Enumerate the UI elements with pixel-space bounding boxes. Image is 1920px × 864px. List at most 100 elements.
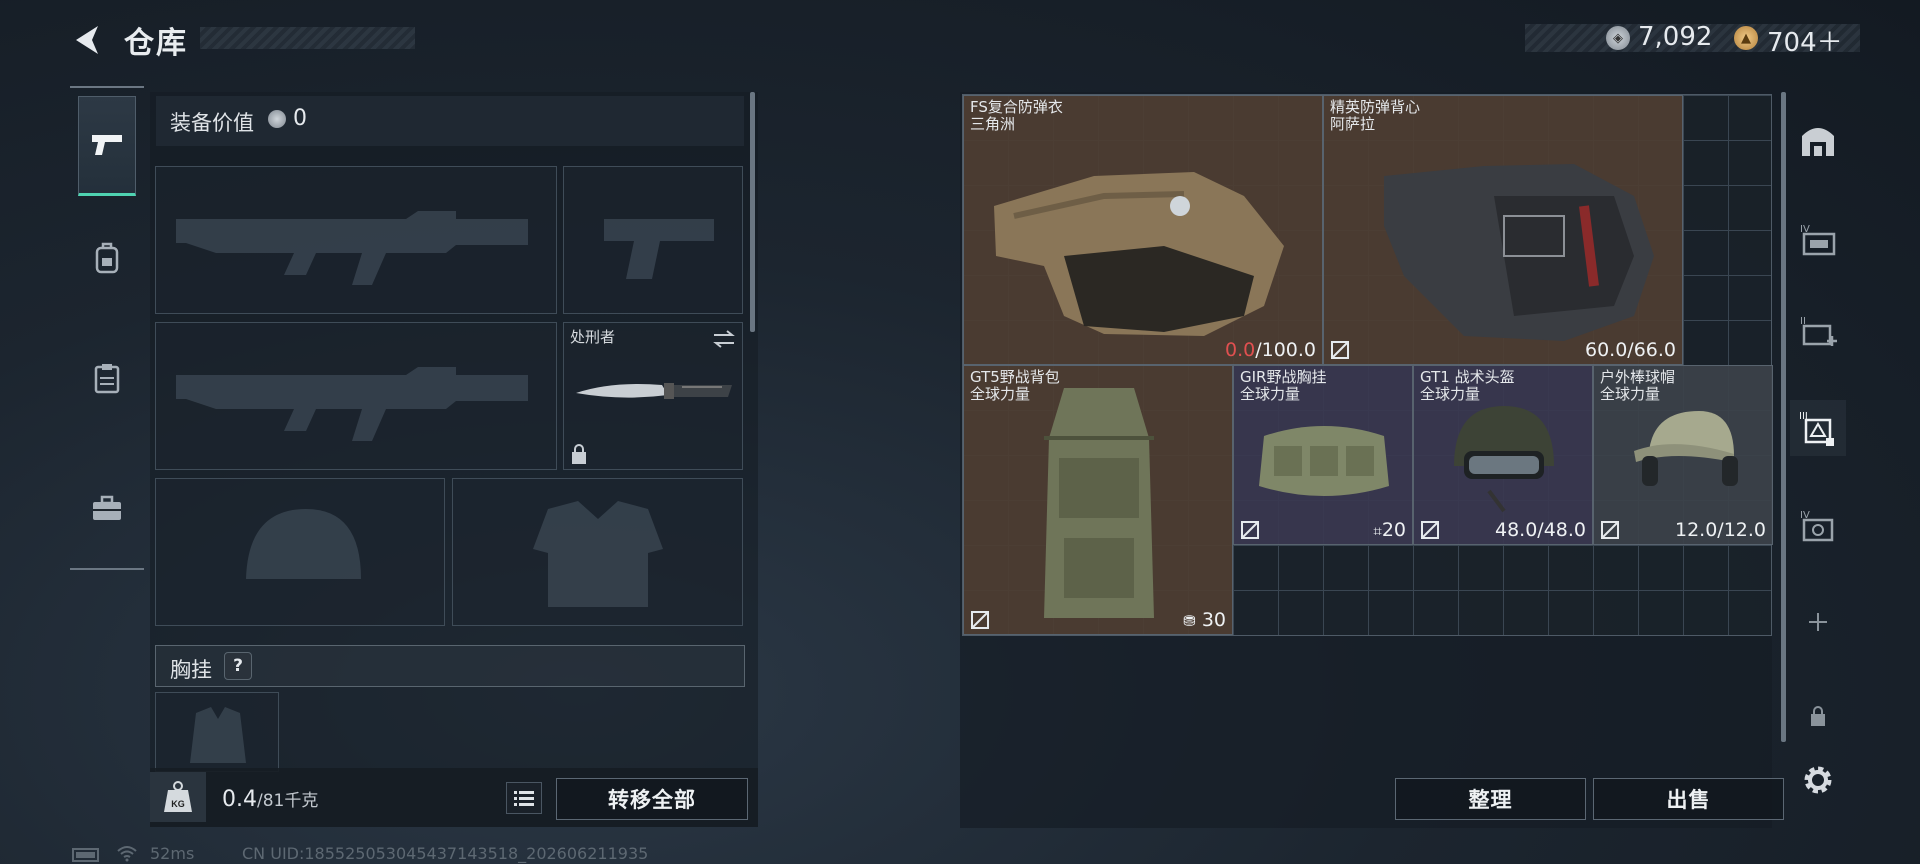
tab-backpack[interactable]	[78, 208, 136, 308]
swap-icon[interactable]	[712, 329, 736, 349]
title-decoration	[200, 27, 415, 49]
stash-item[interactable]: GIR野战胸挂 全球力量 ⌗20	[1233, 365, 1413, 545]
back-button[interactable]	[70, 22, 106, 58]
item-label: GIR野战胸挂 全球力量	[1240, 369, 1326, 403]
item-name: 精英防弹背心	[1330, 98, 1421, 116]
storage-iv-icon: IV	[1800, 224, 1836, 256]
wifi-icon	[117, 846, 137, 862]
capacity-value: 20	[1381, 519, 1406, 541]
toolbox-icon	[93, 495, 121, 520]
vest-silhouette-icon	[533, 501, 663, 607]
primary-weapon-slot[interactable]	[155, 166, 557, 314]
durability: 12.0/12.0	[1674, 519, 1766, 541]
lock-icon	[1811, 706, 1825, 726]
tab-clipboard[interactable]	[78, 328, 136, 428]
stash-tab-ii[interactable]: II	[1790, 302, 1846, 358]
back-arrow-icon	[76, 26, 98, 54]
rifle-silhouette-icon	[176, 367, 528, 441]
no-sell-icon	[1421, 521, 1439, 539]
equipment-value-label: 装备价值	[170, 111, 254, 135]
tab-case[interactable]	[78, 458, 136, 558]
no-sell-icon	[1331, 341, 1349, 359]
ping: 52ms	[150, 844, 195, 863]
stash-item[interactable]: GT1 战术头盔 全球力量 48.0/48.0	[1413, 365, 1593, 545]
uid: CN UID:1855250530454371435​18_2026062119…	[242, 844, 649, 863]
pistol-slot[interactable]	[563, 166, 743, 314]
help-button[interactable]: ?	[224, 652, 252, 680]
secondary-weapon-slot[interactable]	[155, 322, 557, 470]
list-view-button[interactable]	[506, 782, 542, 814]
stash-tab-home[interactable]	[1790, 112, 1846, 168]
pistol-icon	[92, 135, 122, 155]
sell-button[interactable]: 出售	[1593, 778, 1784, 820]
warehouse-icon	[1802, 128, 1834, 156]
currency2-value[interactable]: 704＋	[1767, 22, 1843, 59]
weight-icon: KG	[164, 781, 192, 812]
sort-button[interactable]: 整理	[1395, 778, 1586, 820]
storage-iv-icon: IV	[1800, 510, 1834, 542]
chest-rig-label: 胸挂	[170, 658, 212, 682]
loadout-tabs	[70, 86, 144, 570]
no-sell-icon	[1241, 521, 1259, 539]
lock-icon	[572, 444, 586, 464]
transfer-all-button[interactable]: 转移全部	[556, 778, 748, 820]
settings-button[interactable]	[1790, 752, 1846, 808]
stash-tab-iv-b[interactable]: IV	[1790, 496, 1846, 552]
weight-max: /81千克	[257, 791, 319, 811]
no-sell-icon	[1601, 521, 1619, 539]
body-armor-image	[994, 172, 1284, 336]
helmet-image	[1454, 406, 1554, 513]
battery-icon	[72, 848, 99, 862]
chest-rig-silhouette-icon	[190, 707, 246, 763]
stash-tab-iii-active[interactable]: III	[1790, 400, 1846, 456]
capacity-value: 30	[1201, 609, 1226, 631]
stash-item[interactable]: 精英防弹背心 阿萨拉 60.0/66.0	[1323, 95, 1683, 365]
currency1-value: 7,092	[1638, 22, 1713, 52]
silver-coin-icon: ◈	[1606, 26, 1630, 50]
durability: 60.0/66.0	[1584, 339, 1676, 361]
capacity: ⌗20	[1373, 519, 1406, 541]
item-faction: 全球力量	[1240, 385, 1301, 403]
durability-current: 0.0	[1224, 339, 1256, 361]
rifle-silhouette-icon	[176, 211, 528, 285]
weight-icon-text: KG	[171, 799, 185, 809]
storage-ii-add-icon: II	[1800, 316, 1837, 346]
melee-slot[interactable]: 处刑者	[563, 322, 743, 470]
gold-coin-icon: ▲	[1734, 26, 1758, 50]
tab-weapons[interactable]	[78, 96, 136, 196]
equipment-value: 0	[293, 106, 307, 131]
add-stash-button[interactable]	[1790, 594, 1846, 650]
item-name: 户外棒球帽	[1600, 368, 1676, 386]
stash-item[interactable]: GT5野战背包 全球力量 ⛃ 30	[963, 365, 1233, 635]
armor-slot[interactable]	[452, 478, 743, 626]
pistol-silhouette-icon	[604, 219, 714, 279]
list-icon	[514, 791, 534, 806]
stash-tab-iv-a[interactable]: IV	[1790, 210, 1846, 266]
helmet-slot[interactable]	[155, 478, 445, 626]
stash-item[interactable]: 户外棒球帽 全球力量 12.0/12.0	[1593, 365, 1773, 545]
stash-side-tabs: IV II III IV	[1790, 92, 1850, 794]
item-name: GIR野战胸挂	[1240, 368, 1327, 386]
locked-stash	[1790, 688, 1846, 744]
page-title: 仓库	[124, 26, 188, 61]
chest-rig-slot[interactable]	[155, 692, 279, 772]
no-sell-icon	[971, 611, 989, 629]
storage-iii-icon: III	[1799, 411, 1834, 446]
item-faction: 阿萨拉	[1330, 115, 1376, 133]
weight-current: 0.4	[222, 787, 257, 812]
clipboard-icon	[94, 364, 120, 394]
weight-value: 0.4/81千克	[222, 786, 318, 812]
item-name: FS复合防弹衣	[970, 98, 1063, 116]
chest-rig-image	[1259, 426, 1389, 496]
helmet-silhouette-icon	[246, 509, 361, 579]
melee-name: 处刑者	[570, 328, 616, 346]
weight-icon-box: KG	[150, 772, 206, 822]
stash-item[interactable]: FS复合防弹衣 三角洲 0.0/100.0	[963, 95, 1323, 365]
scrollbar[interactable]	[750, 92, 755, 332]
capacity-icon: ⛃	[1183, 612, 1196, 630]
item-faction: 三角洲	[970, 115, 1016, 133]
stash-scrollbar[interactable]	[1781, 92, 1786, 742]
stash-grid: FS复合防弹衣 三角洲 0.0/100.0 精英防弹背心 阿萨拉 60.0/66.0…	[962, 94, 1773, 636]
backpack-icon	[95, 242, 119, 274]
gear-icon	[1804, 766, 1832, 794]
